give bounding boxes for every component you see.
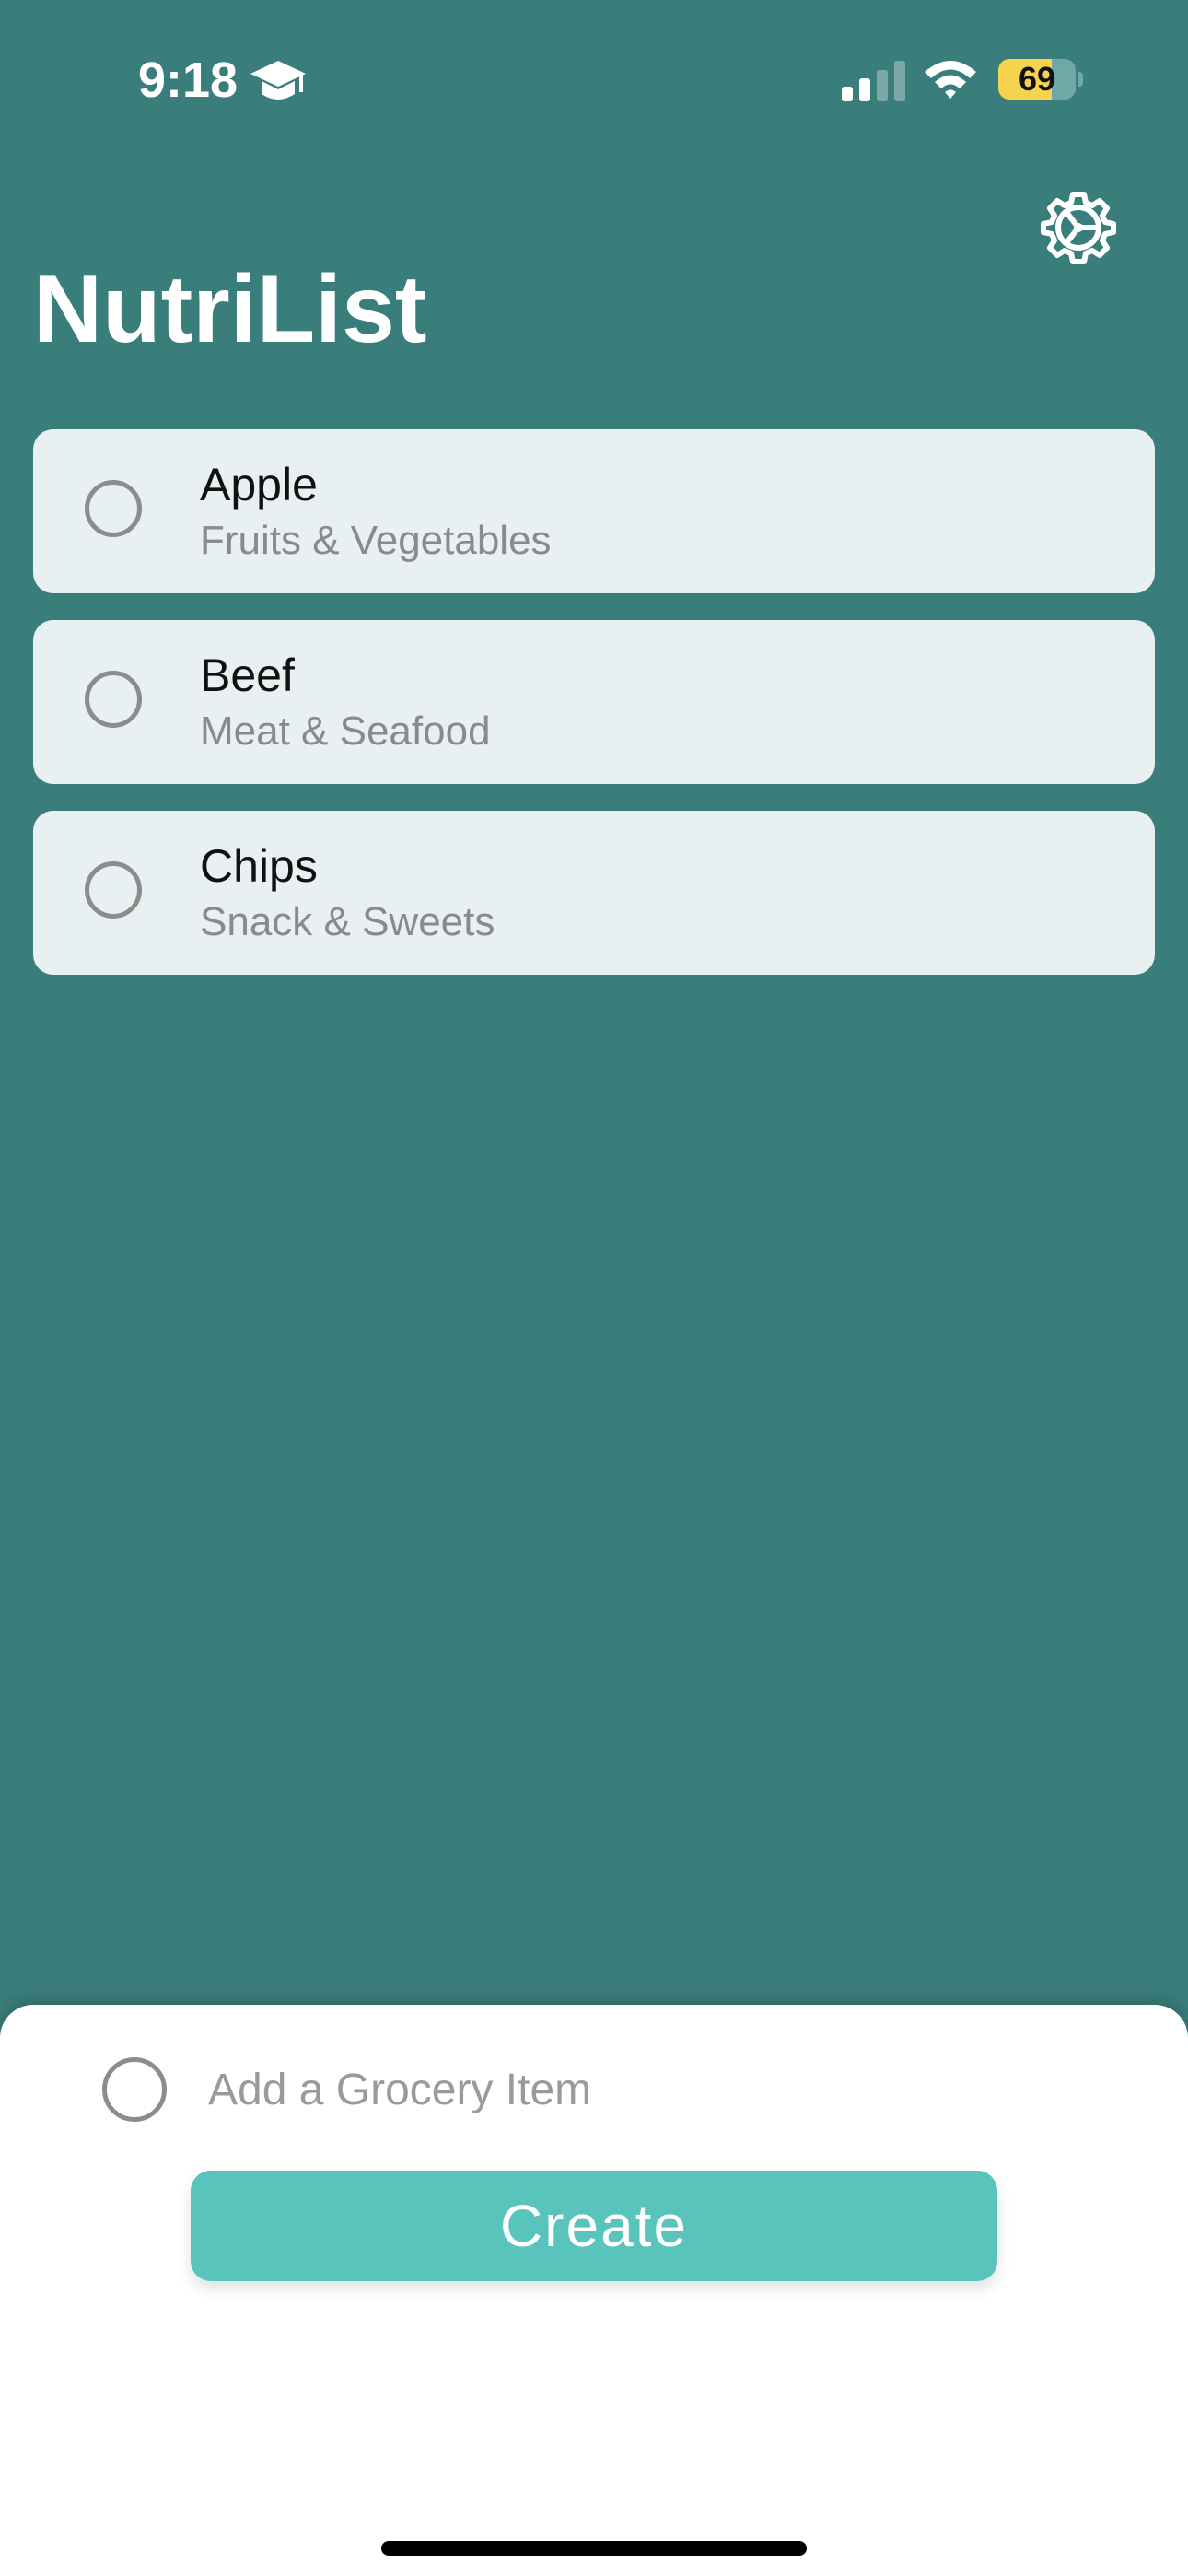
item-name: Beef bbox=[200, 650, 295, 701]
complete-checkbox[interactable] bbox=[85, 480, 142, 537]
list-item-chips[interactable]: Chips Snack & Sweets bbox=[33, 811, 1155, 975]
item-category: Meat & Seafood bbox=[200, 708, 491, 754]
create-button[interactable]: Create bbox=[191, 2171, 997, 2281]
battery-indicator: 69 bbox=[998, 59, 1083, 100]
battery-percent: 69 bbox=[1018, 60, 1056, 98]
wifi-icon bbox=[925, 61, 976, 99]
cellular-signal-icon bbox=[842, 61, 905, 101]
home-indicator[interactable] bbox=[381, 2541, 807, 2556]
page-title: NutriList bbox=[33, 256, 427, 363]
list-item-apple[interactable]: Apple Fruits & Vegetables bbox=[33, 429, 1155, 593]
add-item-sheet: Create bbox=[0, 2005, 1188, 2576]
item-name: Chips bbox=[200, 840, 318, 892]
list-item-beef[interactable]: Beef Meat & Seafood bbox=[33, 620, 1155, 784]
settings-button[interactable] bbox=[1041, 189, 1116, 264]
status-time: 9:18 bbox=[138, 53, 239, 108]
item-category: Snack & Sweets bbox=[200, 899, 495, 944]
gear-icon bbox=[1041, 192, 1116, 264]
graduation-cap-icon bbox=[250, 61, 306, 100]
complete-checkbox[interactable] bbox=[85, 861, 142, 919]
grocery-item-input[interactable] bbox=[204, 2056, 1041, 2123]
item-category: Fruits & Vegetables bbox=[200, 518, 552, 563]
new-item-checkbox[interactable] bbox=[102, 2057, 167, 2122]
item-name: Apple bbox=[200, 459, 318, 510]
complete-checkbox[interactable] bbox=[85, 671, 142, 728]
